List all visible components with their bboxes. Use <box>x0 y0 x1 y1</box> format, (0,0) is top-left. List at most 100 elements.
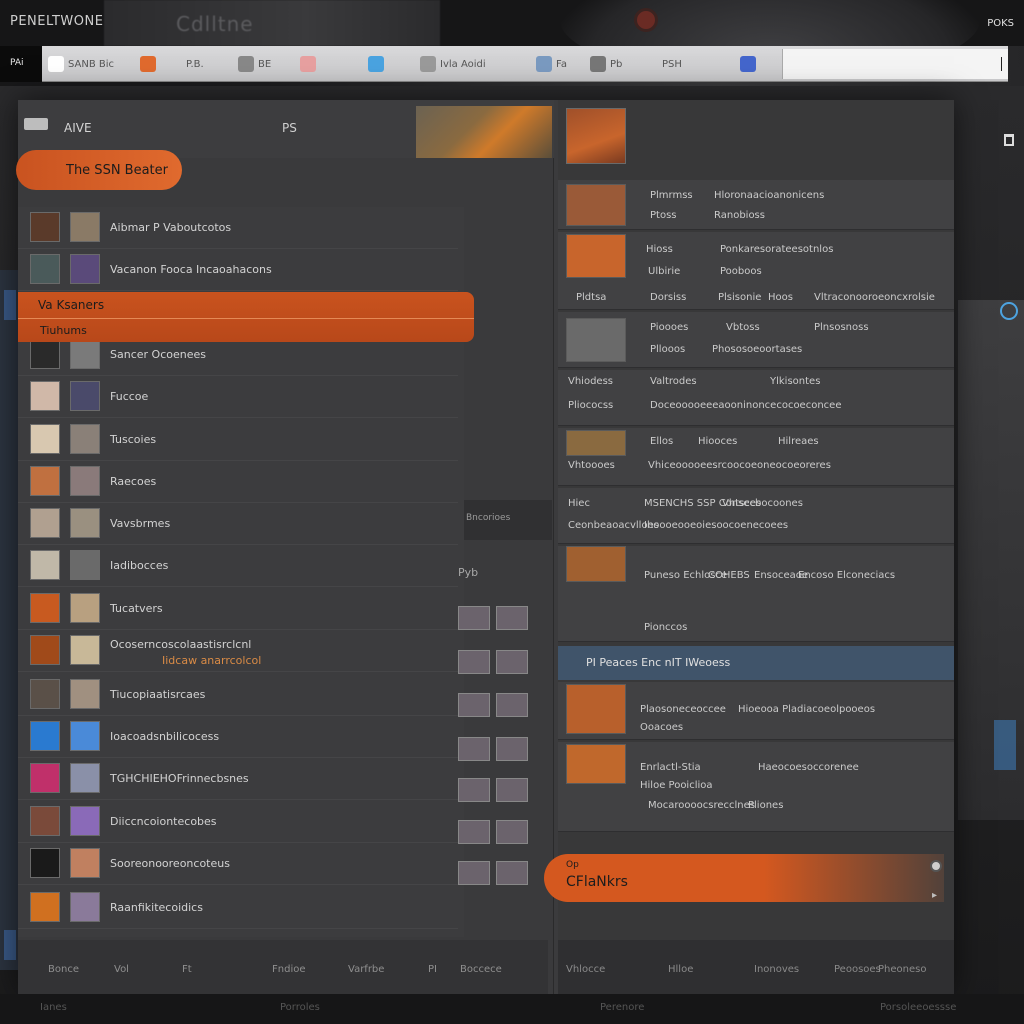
card-text: Pliococss <box>568 400 614 411</box>
toolbar-tool[interactable] <box>140 54 156 74</box>
list-item[interactable]: Tucatvers <box>18 588 458 630</box>
search-input[interactable] <box>782 49 1008 79</box>
toolbar-tool[interactable]: PSH <box>662 54 682 74</box>
list-item[interactable]: Diiccncoiontecobes <box>18 801 458 843</box>
card-text: Vltraconooroeoncxrolsie <box>814 292 935 303</box>
footer-item[interactable]: Vhlocce <box>566 964 605 975</box>
action-button[interactable] <box>496 820 528 844</box>
footer-item[interactable]: Peoosoes <box>834 964 881 975</box>
chevron-right-icon[interactable]: ▸ <box>932 890 937 901</box>
card-text: Pliones <box>748 800 784 811</box>
list-item[interactable]: Ocoserncoscolaastisrclcnl Iidcaw anarrcol… <box>18 630 458 672</box>
toolbar-tool[interactable] <box>368 54 384 74</box>
list-item[interactable]: Ioacoadsnbilicocess <box>18 716 458 758</box>
asset-card[interactable]: Ellos Hiooces Hilreaes Vhtoooes Vhiceooooees… <box>558 428 954 486</box>
selected-list-item[interactable]: Va Ksaners Tiuhums <box>18 292 474 342</box>
list-item[interactable]: Tiucopiaatisrcaes <box>18 674 458 716</box>
footer-item[interactable]: Varfrbe <box>348 964 384 975</box>
footer-item[interactable]: Vol <box>114 964 129 975</box>
action-button[interactable] <box>458 693 490 717</box>
thumbnail-icon <box>70 424 100 454</box>
thumbnail-icon <box>70 550 100 580</box>
preview-thumbnail[interactable] <box>416 106 552 158</box>
new-folder-label: The SSN Beater <box>66 162 168 178</box>
footer-item[interactable]: Bonce <box>48 964 79 975</box>
list-item[interactable]: Vavsbrmes <box>18 503 458 545</box>
action-button[interactable] <box>496 778 528 802</box>
asset-card[interactable]: Pioooes Vbtoss Plnsosnoss Pllooos Phososoeoo… <box>558 312 954 368</box>
thumbnail-icon <box>30 466 60 496</box>
text-cursor <box>1001 57 1002 71</box>
action-button[interactable] <box>458 820 490 844</box>
toolbar-tool[interactable]: P.B. <box>186 54 204 74</box>
action-button[interactable] <box>458 778 490 802</box>
status-item: Ianes <box>40 1002 67 1013</box>
app-name: PENELTWONE <box>10 14 104 29</box>
list-item[interactable]: TGHCHIEHOFrinnecbsnes <box>18 758 458 800</box>
asset-card[interactable]: Enrlactl-Stia Haeocoesoccorenee Hiloe Pooi… <box>558 742 954 832</box>
asset-card[interactable]: Vhiodess Valtrodes Ylkisontes Pliococss Doce… <box>558 370 954 426</box>
action-button[interactable] <box>496 606 528 630</box>
pen-icon <box>590 56 606 72</box>
thumbnail-icon <box>30 593 60 623</box>
action-button[interactable] <box>496 861 528 885</box>
action-button[interactable] <box>496 693 528 717</box>
record-icon[interactable] <box>634 8 658 32</box>
card-text: Hiloe Pooiclioa <box>640 780 713 791</box>
thumbnail-icon <box>30 721 60 751</box>
action-button[interactable] <box>458 606 490 630</box>
toolbar-tool[interactable]: Ivla Aoidi <box>420 54 486 74</box>
toolbar-corner[interactable]: PAi <box>0 46 42 82</box>
toolbar-tool[interactable]: SANB Bic <box>48 54 114 74</box>
list-item[interactable]: Raanfikitecoidics <box>18 887 458 929</box>
list-item[interactable]: Raecoes <box>18 461 458 503</box>
new-folder-button[interactable]: The SSN Beater <box>16 150 182 190</box>
action-button[interactable] <box>458 861 490 885</box>
asset-card[interactable]: Plaosoneceoccee Hioeooa Pladiacoeolpooeos… <box>558 682 954 740</box>
footer-item[interactable]: PI <box>428 964 437 975</box>
toolbar-tool[interactable]: Pb <box>590 54 622 74</box>
card-text: Doceooooeeeaooninoncecocoeconcee <box>650 400 842 411</box>
toolbar-tool[interactable]: BE <box>238 54 271 74</box>
footer-item[interactable]: Boccece <box>460 964 502 975</box>
folder-icon[interactable] <box>24 118 48 130</box>
toolbar-tool-label: Pb <box>610 58 623 70</box>
record-icon <box>140 56 156 72</box>
footer-item[interactable]: Fndioe <box>272 964 306 975</box>
list-item[interactable]: Iadibocces <box>18 545 458 587</box>
section-header[interactable]: PI Peaces Enc nIT IWeoess <box>558 646 954 680</box>
divider <box>18 318 474 319</box>
list-item[interactable]: Fuccoe <box>18 376 458 418</box>
toggle-knob[interactable] <box>930 860 942 872</box>
thumbnail-icon <box>30 212 60 242</box>
thumbnail-icon <box>70 339 100 369</box>
refresh-icon[interactable] <box>1000 302 1018 320</box>
asset-card[interactable]: Hioss Ponkaresorateesotnlos Ulbirie Pooboos… <box>558 232 954 310</box>
list-item-label: Vavsbrmes <box>110 517 171 530</box>
list-item[interactable]: Tuscoies <box>18 419 458 461</box>
action-button[interactable] <box>496 737 528 761</box>
footer-item[interactable]: Ft <box>182 964 192 975</box>
asset-card[interactable]: Puneso Echlosce COHEBS Ensoceaoe Encoso Elc… <box>558 546 954 642</box>
card-text: Haeocoesoccorenee <box>758 762 859 773</box>
cta-button[interactable]: Op CFlaNkrs <box>544 854 944 902</box>
action-button[interactable] <box>496 650 528 674</box>
footer-item[interactable]: Hlloe <box>668 964 693 975</box>
thumbnail-icon <box>30 254 60 284</box>
footer-item[interactable]: Pheoneso <box>878 964 926 975</box>
toolbar-tool[interactable]: Fa <box>536 54 567 74</box>
asset-card[interactable]: Plmrmss Hloronaacioanonicens Ptoss Ranobios… <box>558 180 954 230</box>
preview-thumbnail[interactable] <box>566 108 626 164</box>
title-tab[interactable]: Cdlltne <box>104 0 440 46</box>
list-item[interactable]: Vacanon Fooca Incaoahacons <box>18 249 458 291</box>
toolbar-tool[interactable] <box>740 54 756 74</box>
action-button[interactable] <box>458 650 490 674</box>
footer-item[interactable]: Inonoves <box>754 964 799 975</box>
action-button[interactable] <box>458 737 490 761</box>
list-item[interactable]: Sooreonooreoncoteus <box>18 843 458 885</box>
toolbar-tool[interactable] <box>300 54 316 74</box>
list-item[interactable]: Aibmar P Vaboutcotos <box>18 207 458 249</box>
asset-card[interactable]: Hiec MSENCHS SSP Consecbocoones Vhtsces Ceo… <box>558 488 954 544</box>
cta-label: CFlaNkrs <box>566 874 628 890</box>
trash-icon[interactable] <box>1004 134 1014 146</box>
